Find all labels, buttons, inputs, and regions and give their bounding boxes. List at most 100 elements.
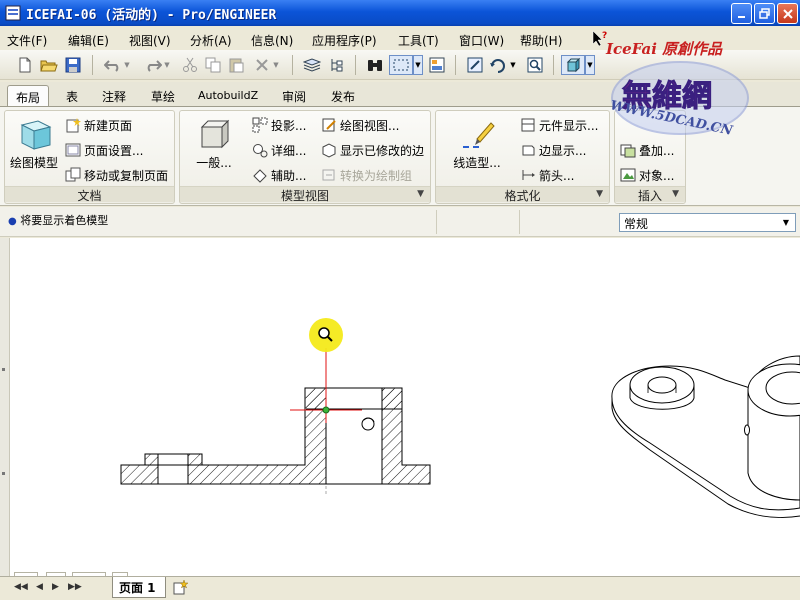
app-icon bbox=[5, 5, 21, 21]
format-dropdown-icon[interactable]: ▼ bbox=[596, 189, 603, 199]
arrow-button[interactable]: 箭头... bbox=[520, 164, 574, 186]
copy-icon[interactable] bbox=[203, 55, 223, 75]
detail-view-icon bbox=[252, 142, 268, 158]
status-bullet-icon: ● bbox=[8, 216, 17, 227]
first-page-icon[interactable]: ◀◀ bbox=[14, 582, 28, 592]
convert-to-draw-group-button[interactable]: 转换为绘制组 bbox=[321, 164, 412, 186]
next-page-icon[interactable]: ▶ bbox=[52, 582, 59, 592]
drawing-model-button[interactable]: 绘图模型 bbox=[7, 115, 61, 171]
auxiliary-view-button[interactable]: 辅助... bbox=[252, 164, 306, 186]
model-tree-icon[interactable] bbox=[326, 55, 346, 75]
tab-page-1[interactable]: 页面 1 bbox=[112, 577, 166, 598]
menu-view[interactable]: 视图(V) bbox=[129, 32, 171, 49]
tab-annotate[interactable]: 注释 bbox=[94, 85, 134, 106]
display-style-value: 常规 bbox=[624, 217, 649, 231]
regenerate-icon[interactable] bbox=[488, 55, 508, 75]
menu-bar: 文件(F) 编辑(E) 视图(V) 分析(A) 信息(N) 应用程序(P) 工具… bbox=[0, 26, 800, 50]
section-view[interactable] bbox=[120, 387, 431, 494]
group-model-views-caption: 模型视图 bbox=[180, 186, 430, 203]
insert-dropdown-icon[interactable]: ▼ bbox=[672, 189, 679, 199]
redo-dropdown-icon[interactable]: ▼ bbox=[162, 55, 172, 75]
last-page-icon[interactable]: ▶▶ bbox=[68, 582, 82, 592]
tab-publish[interactable]: 发布 bbox=[323, 85, 363, 106]
status-message: ● 将要显示着色模型 bbox=[8, 214, 109, 227]
new-page-tab-icon[interactable] bbox=[172, 579, 190, 595]
line-style-button[interactable]: 线造型... bbox=[446, 115, 508, 171]
tab-autobuildz[interactable]: AutobuildZ bbox=[190, 85, 266, 106]
context-help-icon[interactable]: ? bbox=[590, 29, 610, 47]
undo-icon[interactable] bbox=[103, 55, 123, 75]
display-style-select[interactable]: 常规 ▼ bbox=[619, 213, 796, 232]
close-button[interactable] bbox=[777, 3, 798, 24]
save-icon[interactable] bbox=[63, 55, 83, 75]
undo-dropdown-icon[interactable]: ▼ bbox=[122, 55, 132, 75]
component-display-button[interactable]: 元件显示... bbox=[520, 114, 598, 136]
find-binoculars-icon[interactable] bbox=[365, 55, 385, 75]
new-file-icon[interactable] bbox=[15, 55, 35, 75]
paste-icon[interactable] bbox=[226, 55, 246, 75]
detail-view-button[interactable]: 详细... bbox=[252, 139, 306, 161]
main-toolbar: ▼ ▼ ▼ ▼ ▼ ▼ bbox=[0, 50, 800, 80]
menu-analysis[interactable]: 分析(A) bbox=[190, 32, 232, 49]
zoom-icon[interactable] bbox=[525, 55, 545, 75]
line-style-label: 线造型... bbox=[453, 156, 501, 170]
window-title: ICEFAI-06 (活动的) - Pro/ENGINEER bbox=[26, 8, 277, 23]
object-button[interactable]: 对象... bbox=[620, 164, 674, 186]
menu-applications[interactable]: 应用程序(P) bbox=[312, 32, 377, 49]
show-modified-edges-button[interactable]: 显示已修改的边 bbox=[321, 139, 424, 161]
delete-icon[interactable] bbox=[252, 55, 272, 75]
projection-view-icon bbox=[252, 117, 268, 133]
redo-icon[interactable] bbox=[143, 55, 163, 75]
overlay-button[interactable]: 叠加... bbox=[620, 139, 674, 161]
model-views-dropdown-icon[interactable]: ▼ bbox=[417, 189, 424, 199]
shading-icon[interactable] bbox=[561, 55, 585, 75]
component-display-icon[interactable] bbox=[427, 55, 447, 75]
restore-button[interactable] bbox=[754, 3, 775, 24]
menu-help[interactable]: 帮助(H) bbox=[520, 32, 562, 49]
move-copy-page-icon bbox=[65, 167, 81, 183]
projection-button[interactable]: 投影... bbox=[252, 114, 306, 136]
regenerate-dropdown-icon[interactable]: ▼ bbox=[508, 55, 518, 75]
component-display-icon bbox=[520, 117, 536, 133]
group-document-caption: 文档 bbox=[5, 186, 174, 203]
shading-dropdown-icon[interactable]: ▼ bbox=[585, 55, 595, 75]
minimize-button[interactable] bbox=[731, 3, 752, 24]
drawing-view-button[interactable]: 绘图视图... bbox=[321, 114, 399, 136]
menu-edit[interactable]: 编辑(E) bbox=[68, 32, 109, 49]
auxiliary-view-icon bbox=[252, 167, 268, 183]
show-modified-edges-icon bbox=[321, 142, 337, 158]
general-view-button[interactable]: 一般... bbox=[186, 115, 242, 171]
edge-display-button[interactable]: 边显示... bbox=[520, 139, 586, 161]
select-dropdown-icon[interactable]: ▼ bbox=[413, 55, 423, 75]
left-sash[interactable] bbox=[0, 238, 10, 576]
ribbon-tabs: 布局 表 注释 草绘 AutobuildZ 审阅 发布 bbox=[0, 82, 800, 106]
drawing-view-icon bbox=[321, 117, 337, 133]
menu-tools[interactable]: 工具(T) bbox=[398, 32, 439, 49]
repaint-icon[interactable] bbox=[465, 55, 485, 75]
menu-window[interactable]: 窗口(W) bbox=[459, 32, 504, 49]
tab-layout[interactable]: 布局 bbox=[7, 85, 50, 106]
page-setup-icon bbox=[65, 142, 81, 158]
open-folder-icon[interactable] bbox=[39, 55, 59, 75]
move-copy-page-button[interactable]: 移动或复制页面 bbox=[65, 164, 168, 186]
tab-review[interactable]: 审阅 bbox=[274, 85, 314, 106]
mouse-highlight-icon bbox=[309, 318, 343, 352]
delete-dropdown-icon[interactable]: ▼ bbox=[271, 55, 281, 75]
page-setup-button[interactable]: 页面设置... bbox=[65, 139, 143, 161]
edge-display-icon bbox=[520, 142, 536, 158]
cut-icon[interactable] bbox=[180, 55, 200, 75]
chevron-down-icon: ▼ bbox=[782, 218, 790, 227]
group-format: 线造型... 元件显示... 边显示... 箭头... 格式化 ▼ bbox=[435, 110, 610, 204]
isometric-view[interactable] bbox=[611, 355, 800, 518]
drawing-canvas[interactable] bbox=[10, 238, 800, 576]
select-box-icon[interactable] bbox=[389, 55, 413, 75]
new-page-button[interactable]: 新建页面 bbox=[65, 114, 132, 136]
convert-to-draw-group-icon bbox=[321, 167, 337, 183]
menu-file[interactable]: 文件(F) bbox=[7, 32, 47, 49]
menu-info[interactable]: 信息(N) bbox=[251, 32, 293, 49]
tab-table[interactable]: 表 bbox=[58, 85, 86, 106]
close-icon bbox=[782, 8, 793, 19]
prev-page-icon[interactable]: ◀ bbox=[36, 582, 43, 592]
tab-sketch[interactable]: 草绘 bbox=[143, 85, 183, 106]
layers-icon[interactable] bbox=[302, 55, 322, 75]
